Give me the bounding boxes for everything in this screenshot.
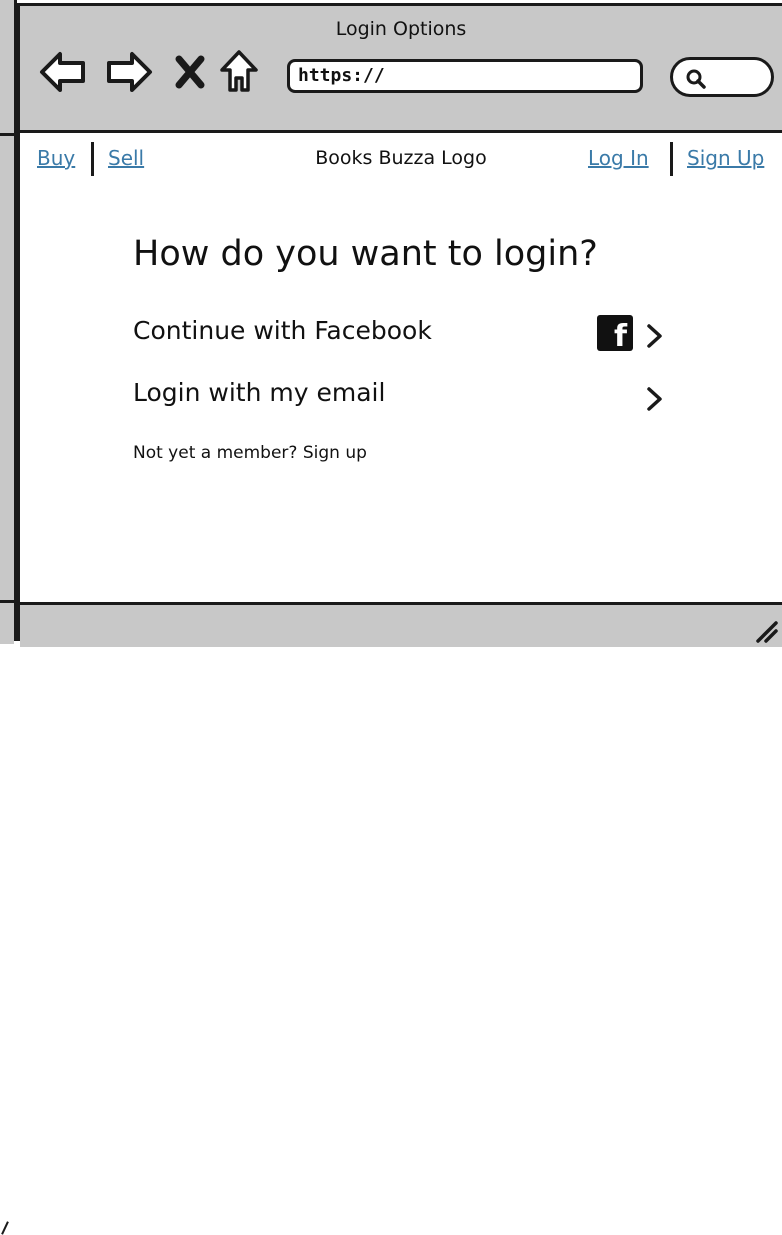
window-title: Login Options	[335, 18, 467, 40]
url-input[interactable]: https://	[287, 59, 643, 93]
email-login-option[interactable]: Login with my email	[133, 378, 385, 407]
signup-prompt[interactable]: Not yet a member? Sign up	[133, 443, 367, 463]
nav-divider	[670, 142, 673, 176]
stop-button[interactable]	[170, 44, 210, 100]
back-arrow-icon	[40, 52, 85, 92]
home-button[interactable]	[216, 44, 262, 100]
resize-grip-icon[interactable]	[752, 617, 778, 643]
chevron-right-icon[interactable]	[645, 323, 665, 349]
adjacent-window-divider	[0, 133, 14, 136]
browser-window: Login Options https:// Buy Sell Books Bu…	[17, 3, 782, 647]
page-heading: How do you want to login?	[133, 234, 598, 274]
home-icon	[220, 50, 258, 92]
signup-link[interactable]: Sign Up	[687, 146, 764, 170]
search-field[interactable]	[670, 57, 774, 97]
forward-button[interactable]	[104, 44, 154, 100]
login-link[interactable]: Log In	[588, 146, 649, 170]
facebook-login-option[interactable]: Continue with Facebook	[133, 316, 432, 345]
status-bar	[20, 602, 782, 647]
browser-toolbar: Login Options https://	[20, 6, 782, 133]
adjacent-window-edge	[0, 0, 17, 1235]
adjacent-window-status-bar	[0, 600, 14, 1235]
adjacent-window-grip	[1, 1221, 9, 1235]
facebook-icon[interactable]: f	[597, 315, 633, 354]
forward-arrow-icon	[107, 52, 152, 92]
back-button[interactable]	[38, 44, 88, 100]
chevron-right-icon[interactable]	[645, 386, 665, 412]
close-icon	[175, 55, 205, 89]
search-icon	[686, 69, 706, 89]
site-logo: Books Buzza Logo	[315, 147, 487, 169]
